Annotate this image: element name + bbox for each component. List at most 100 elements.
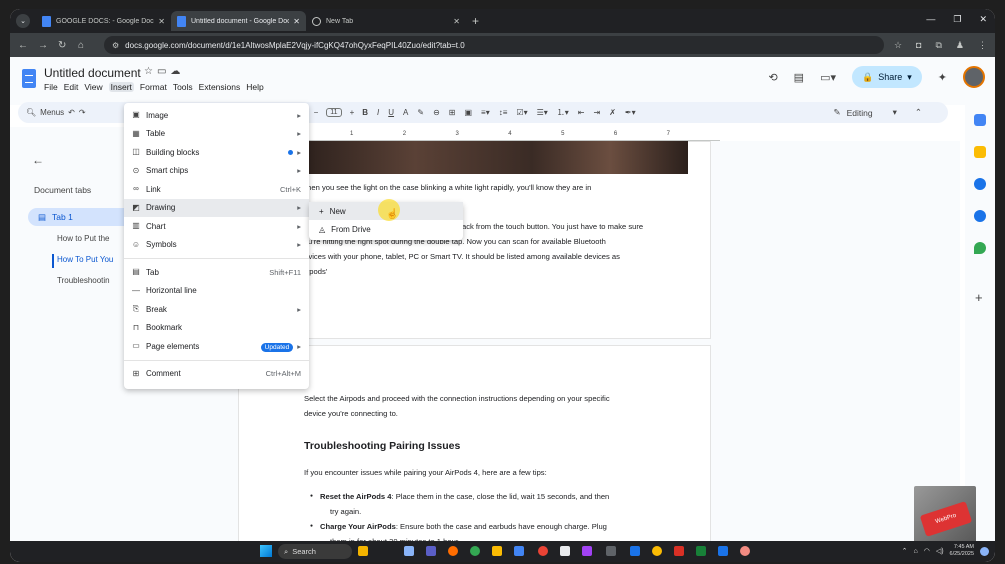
new-tab-button[interactable]: + — [472, 14, 479, 28]
insert-image-icon[interactable]: ▣ — [464, 108, 472, 117]
menu-help[interactable]: Help — [246, 82, 263, 92]
italic-icon[interactable]: I — [377, 108, 379, 117]
wifi-icon[interactable]: ◠ — [924, 547, 930, 555]
app-icon[interactable] — [606, 546, 616, 556]
app-icon[interactable] — [582, 546, 592, 556]
notification-icon[interactable] — [980, 546, 989, 556]
undo-icon[interactable]: ↶ — [68, 108, 75, 117]
menu-file[interactable]: File — [44, 82, 58, 92]
firefox-icon[interactable] — [448, 546, 458, 556]
chevron-up-icon[interactable]: ⌃ — [902, 547, 908, 555]
meet-icon[interactable]: ▭▾ — [820, 71, 836, 84]
site-info-icon[interactable]: ⚙ — [112, 41, 119, 50]
numbered-list-icon[interactable]: ⒈▾ — [557, 107, 569, 118]
app-icon[interactable] — [560, 546, 570, 556]
app-icon[interactable] — [696, 546, 706, 556]
calendar-icon[interactable] — [974, 114, 986, 126]
app-icon[interactable] — [718, 546, 728, 556]
maximize-icon[interactable]: ❐ — [953, 14, 961, 25]
highlight-icon[interactable]: ✎ — [417, 108, 424, 117]
share-button[interactable]: 🔒 Share ▾ — [852, 66, 922, 88]
menu-item-comment[interactable]: ⊞ Comment Ctrl+Alt+M — [124, 365, 309, 384]
cloud-status-icon[interactable]: ☁ — [170, 66, 184, 77]
checklist-icon[interactable]: ☑▾ — [516, 108, 527, 117]
redo-icon[interactable]: ↷ — [79, 108, 86, 117]
close-tab-icon[interactable]: ✕ — [293, 17, 300, 26]
collapse-toolbar-icon[interactable]: ⌃ — [915, 107, 922, 118]
search-menus-input[interactable]: Menus — [40, 108, 64, 117]
pen-icon[interactable]: ✒▾ — [625, 108, 636, 117]
menu-format[interactable]: Format — [140, 82, 167, 92]
outline-item[interactable]: How To Put You — [57, 255, 113, 264]
insert-link-icon[interactable]: ⊖ — [433, 108, 440, 117]
extensions-puzzle-icon[interactable]: ⧉ — [935, 40, 941, 51]
move-folder-icon[interactable]: ▭ — [157, 66, 170, 77]
menu-extensions[interactable]: Extensions — [199, 82, 241, 92]
back-icon[interactable]: ← — [18, 40, 34, 51]
volume-icon[interactable]: ◁) — [936, 547, 944, 555]
contacts-icon[interactable] — [974, 210, 986, 222]
extension-icon[interactable]: ◘ — [916, 40, 921, 51]
document-image[interactable] — [298, 141, 688, 174]
close-tab-icon[interactable]: ✕ — [158, 17, 165, 26]
menu-item-horizontal-line[interactable]: — Horizontal line — [124, 282, 309, 301]
align-icon[interactable]: ≡▾ — [481, 108, 490, 117]
bookmark-star-icon[interactable]: ☆ — [894, 40, 902, 51]
bold-icon[interactable]: B — [362, 108, 368, 117]
windows-start-icon[interactable] — [260, 545, 272, 557]
menu-item-table[interactable]: ▦ Table ▸ — [124, 125, 309, 144]
menu-insert[interactable]: Insert — [108, 82, 134, 92]
comments-icon[interactable]: ▤ — [794, 71, 804, 84]
network-icon[interactable]: ⌂ — [913, 548, 917, 555]
star-icon[interactable]: ☆ — [144, 66, 157, 77]
browser-tab-3[interactable]: New Tab ✕ — [306, 11, 466, 31]
menu-item-smart-chips[interactable]: ⊙ Smart chips ▸ — [124, 162, 309, 181]
menu-item-tab[interactable]: ▤ Tab Shift+F11 — [124, 263, 309, 282]
close-tab-icon[interactable]: ✕ — [453, 17, 460, 26]
bulleted-list-icon[interactable]: ☰▾ — [537, 108, 548, 117]
profile-icon[interactable]: ♟ — [956, 40, 964, 51]
decrease-indent-icon[interactable]: ⇤ — [578, 108, 585, 117]
edge-icon[interactable] — [470, 546, 480, 556]
widgets-icon[interactable] — [358, 546, 368, 556]
app-icon[interactable] — [674, 546, 684, 556]
browser-menu-icon[interactable]: ⋮ — [978, 40, 987, 51]
minimize-icon[interactable]: — — [926, 14, 935, 25]
menu-item-bookmark[interactable]: ⊓ Bookmark — [124, 319, 309, 338]
document-title[interactable]: Untitled document — [44, 66, 141, 80]
reload-icon[interactable]: ↻ — [58, 40, 74, 51]
teams-icon[interactable] — [426, 546, 436, 556]
browser-tab-1[interactable]: GOOGLE DOCS: - Google Docs ✕ — [36, 11, 171, 31]
store-icon[interactable] — [514, 546, 524, 556]
clock[interactable]: 7:45 AM 6/25/2025 — [950, 544, 974, 558]
app-icon[interactable] — [630, 546, 640, 556]
underline-icon[interactable]: U — [388, 108, 394, 117]
sidebar-item-tab1[interactable]: ▤ Tab 1 — [28, 208, 133, 226]
keep-icon[interactable] — [974, 146, 986, 158]
menu-edit[interactable]: Edit — [64, 82, 79, 92]
gemini-icon[interactable]: ✦ — [938, 71, 947, 84]
menu-item-drawing[interactable]: ◩ Drawing ▸ — [124, 198, 309, 217]
increase-indent-icon[interactable]: ⇥ — [594, 108, 601, 117]
line-spacing-icon[interactable]: ↕≡ — [499, 108, 508, 117]
close-window-icon[interactable]: ✕ — [979, 14, 987, 25]
menu-tools[interactable]: Tools — [173, 82, 193, 92]
outline-item[interactable]: How to Put the — [57, 234, 109, 243]
menu-view[interactable]: View — [84, 82, 102, 92]
url-input[interactable]: ⚙ docs.google.com/document/d/1e1AltwosMp… — [104, 36, 884, 54]
home-icon[interactable]: ⌂ — [78, 40, 94, 51]
menu-item-image[interactable]: ▣ Image ▸ — [124, 106, 309, 125]
menu-item-chart[interactable]: ▥ Chart ▸ — [124, 217, 309, 236]
menu-item-break[interactable]: ⎘ Break ▸ — [124, 300, 309, 319]
forward-icon[interactable]: → — [38, 40, 54, 51]
docs-home-icon[interactable] — [22, 69, 36, 88]
text-color-icon[interactable]: A — [403, 108, 408, 117]
editing-mode-select[interactable]: ✎ Editing ▾ ⌃ — [833, 107, 922, 118]
tab-search-button[interactable]: ⌄ — [16, 14, 30, 28]
back-arrow-icon[interactable]: ← — [32, 153, 44, 167]
task-view-icon[interactable] — [404, 546, 414, 556]
horizontal-ruler[interactable]: 1 2 3 4 5 6 7 — [300, 131, 720, 141]
outline-item[interactable]: Troubleshootin — [57, 276, 110, 285]
clear-formatting-icon[interactable]: ✗ — [609, 108, 616, 117]
taskbar-search[interactable]: ⌕ Search — [278, 544, 352, 559]
